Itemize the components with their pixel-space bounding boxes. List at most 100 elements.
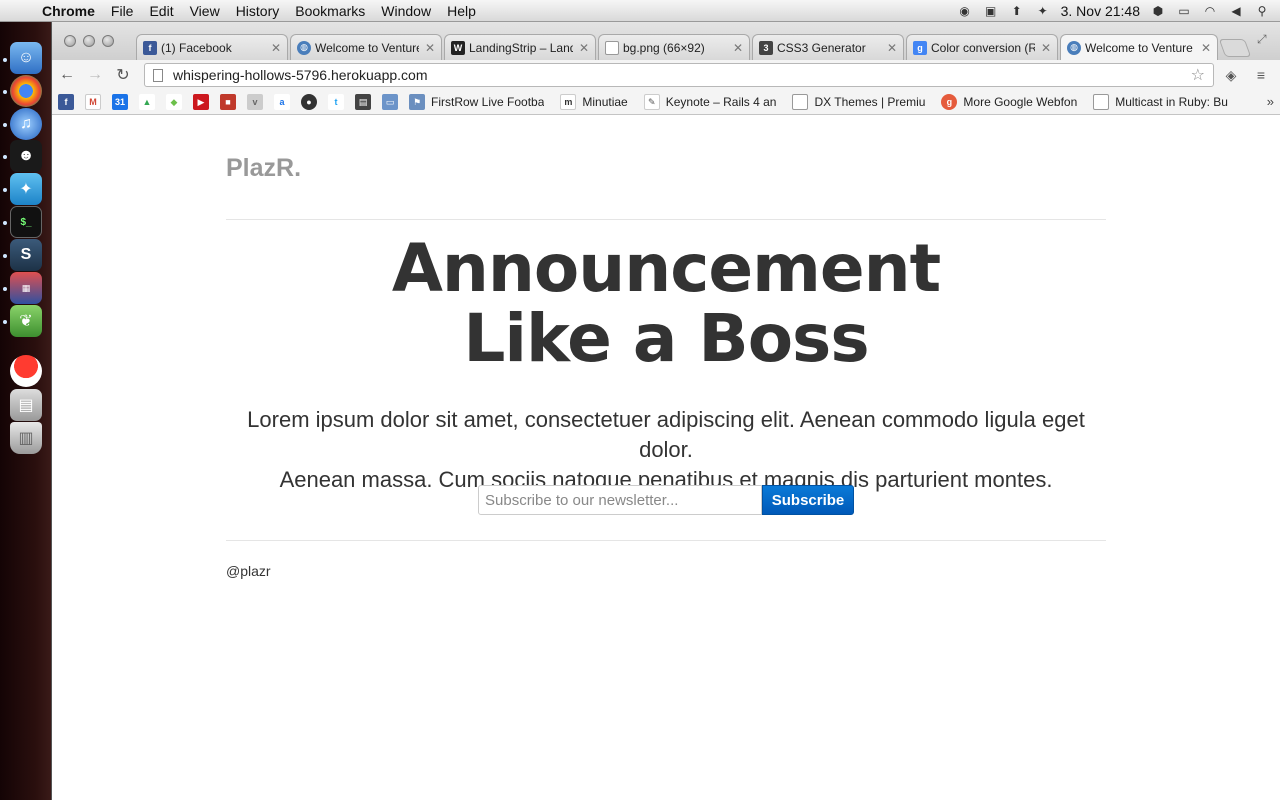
window-close-button[interactable] — [64, 35, 76, 47]
bookmark-github-icon[interactable]: ● — [301, 94, 317, 110]
bookmark-feedly-icon[interactable]: ◆ — [166, 94, 182, 110]
web-page: PlazR. Announcement Like a Boss Lorem ip… — [52, 116, 1280, 800]
w-icon: W — [451, 40, 465, 55]
tab-close-icon[interactable]: ✕ — [425, 41, 435, 55]
tab-welcome-venture[interactable]: ◍ Welcome to Venture ✕ — [290, 34, 442, 60]
bookmark-facebook-icon[interactable]: f — [58, 94, 74, 110]
tab-bg-png[interactable]: bg.png (66×92) ✕ — [598, 34, 750, 60]
shield-status-icon[interactable]: ⬢ — [1150, 3, 1166, 19]
sublime-text-icon[interactable]: S — [10, 239, 42, 271]
tab-landingstrip[interactable]: W LandingStrip – Land ✕ — [444, 34, 596, 60]
address-bar[interactable]: whispering-hollows-5796.herokuapp.com ☆ — [144, 63, 1214, 87]
comic-app-icon[interactable]: ▦ — [10, 272, 42, 304]
forward-arrow-icon[interactable]: → — [82, 62, 108, 88]
menu-bookmarks[interactable]: Bookmarks — [287, 3, 373, 19]
running-indicator — [3, 123, 7, 127]
menu-file[interactable]: File — [103, 3, 142, 19]
bookmark-stamp-icon[interactable]: ■ — [220, 94, 236, 110]
reload-icon[interactable]: ↻ — [110, 62, 136, 88]
mushroom-app-icon[interactable] — [10, 355, 42, 387]
display-status-icon[interactable]: ▣ — [983, 3, 999, 19]
menu-history[interactable]: History — [228, 3, 288, 19]
menu-help[interactable]: Help — [439, 3, 484, 19]
running-indicator — [3, 58, 7, 62]
bookmark-vcd-icon[interactable]: v — [247, 94, 263, 110]
bookmark-label: More Google Webfon — [963, 95, 1078, 109]
new-tab-button[interactable] — [1218, 39, 1252, 57]
dock: ☺ ♫ ☻ ✦ $_ S ▦ ❦ ▤ ▥ — [0, 22, 52, 800]
itunes-icon[interactable]: ♫ — [10, 108, 42, 140]
url-text[interactable]: whispering-hollows-5796.herokuapp.com — [173, 67, 1191, 83]
bookmark-keynote-rails[interactable]: ✎ Keynote – Rails 4 an — [643, 94, 776, 110]
volume-icon[interactable]: ◀ — [1228, 3, 1244, 19]
tab-close-icon[interactable]: ✕ — [1201, 41, 1211, 55]
bookmark-drive-icon[interactable]: ▲ — [139, 94, 155, 110]
tab-close-icon[interactable]: ✕ — [579, 41, 589, 55]
hero-headline: Announcement Like a Boss — [226, 234, 1106, 374]
wifi-icon[interactable]: ◠ — [1202, 3, 1218, 19]
tab-facebook[interactable]: f (1) Facebook ✕ — [136, 34, 288, 60]
bookmark-twitter-icon[interactable]: t — [328, 94, 344, 110]
battery-icon[interactable]: ▭ — [1176, 3, 1192, 19]
finder-icon[interactable]: ☺ — [10, 42, 42, 74]
menu-edit[interactable]: Edit — [141, 3, 181, 19]
footer-twitter-handle[interactable]: @plazr — [226, 563, 271, 579]
subscribe-button[interactable]: Subscribe — [762, 485, 854, 515]
globe-icon: ◍ — [297, 40, 311, 55]
bookmark-multicast-ruby[interactable]: Multicast in Ruby: Bu — [1093, 94, 1228, 110]
twitter-status-icon[interactable]: ✦ — [1035, 3, 1051, 19]
adium-icon[interactable]: ☻ — [10, 140, 42, 172]
documents-stack-icon[interactable]: ▤ — [10, 389, 42, 421]
bookmark-folder-icon[interactable]: ▭ — [382, 94, 398, 110]
brand-logo[interactable]: PlazR. — [226, 154, 301, 183]
tab-close-icon[interactable]: ✕ — [271, 41, 281, 55]
bookmark-label: Minutiae — [582, 95, 628, 109]
tab-label: Color conversion (R — [931, 40, 1035, 55]
newsletter-email-input[interactable] — [478, 485, 762, 515]
tab-close-icon[interactable]: ✕ — [733, 41, 743, 55]
terminal-icon[interactable]: $_ — [10, 206, 42, 238]
chrome-icon[interactable] — [10, 75, 42, 107]
menu-view[interactable]: View — [182, 3, 228, 19]
bookmark-dx-themes[interactable]: DX Themes | Premiu — [792, 94, 925, 110]
menu-window[interactable]: Window — [373, 3, 439, 19]
evernote-extension-icon[interactable]: ◈ — [1222, 66, 1240, 84]
tab-close-icon[interactable]: ✕ — [887, 41, 897, 55]
bookmark-youtube-icon[interactable]: ▶ — [193, 94, 209, 110]
trash-icon[interactable]: ▥ — [10, 422, 42, 454]
bookmark-printer-icon[interactable]: ▤ — [355, 94, 371, 110]
google-icon: g — [913, 40, 927, 55]
bookmarks-overflow-icon[interactable]: » — [1267, 94, 1274, 109]
tab-label: Welcome to Venture — [315, 40, 419, 55]
tab-welcome-venture-active[interactable]: ◍ Welcome to Venture ✕ — [1060, 34, 1218, 60]
tab-css3-generator[interactable]: 3 CSS3 Generator ✕ — [752, 34, 904, 60]
bookmark-calendar-icon[interactable]: 31 — [112, 94, 128, 110]
window-zoom-button[interactable] — [102, 35, 114, 47]
menu-app-chrome[interactable]: Chrome — [34, 3, 103, 19]
back-arrow-icon[interactable]: ← — [54, 62, 80, 88]
spotlight-search-icon[interactable]: ⚲ — [1254, 3, 1270, 19]
firstrow-icon: ⚑ — [409, 94, 425, 110]
minutiae-icon: m — [560, 94, 577, 110]
twitter-icon[interactable]: ✦ — [10, 173, 42, 205]
clock[interactable]: 3. Nov 21:48 — [1061, 3, 1140, 19]
bookmark-star-icon[interactable]: ☆ — [1191, 65, 1205, 85]
tab-close-icon[interactable]: ✕ — [1041, 41, 1051, 55]
tab-color-conversion[interactable]: g Color conversion (R ✕ — [906, 34, 1058, 60]
evernote-icon[interactable]: ❦ — [10, 305, 42, 337]
running-indicator — [3, 320, 7, 324]
lead-line-1: Lorem ipsum dolor sit amet, consectetuer… — [247, 407, 1085, 462]
bookmark-google-webfonts[interactable]: g More Google Webfon — [941, 94, 1077, 110]
running-indicator — [3, 287, 7, 291]
bookmark-firstrow[interactable]: ⚑ FirstRow Live Footba — [409, 94, 544, 110]
evernote-status-icon[interactable]: ◉ — [957, 3, 973, 19]
bookmark-gmail-icon[interactable]: M — [85, 94, 101, 110]
bookmark-amazon-icon[interactable]: a — [274, 94, 290, 110]
upload-status-icon[interactable]: ⬆ — [1009, 3, 1025, 19]
page-icon — [605, 40, 619, 55]
tab-label: Welcome to Venture — [1085, 40, 1193, 55]
bookmark-minutiae[interactable]: m Minutiae — [560, 94, 628, 110]
fullscreen-icon[interactable]: ⤢ — [1257, 32, 1267, 47]
window-minimize-button[interactable] — [83, 35, 95, 47]
menu-hamburger-icon[interactable]: ≡ — [1252, 66, 1270, 84]
